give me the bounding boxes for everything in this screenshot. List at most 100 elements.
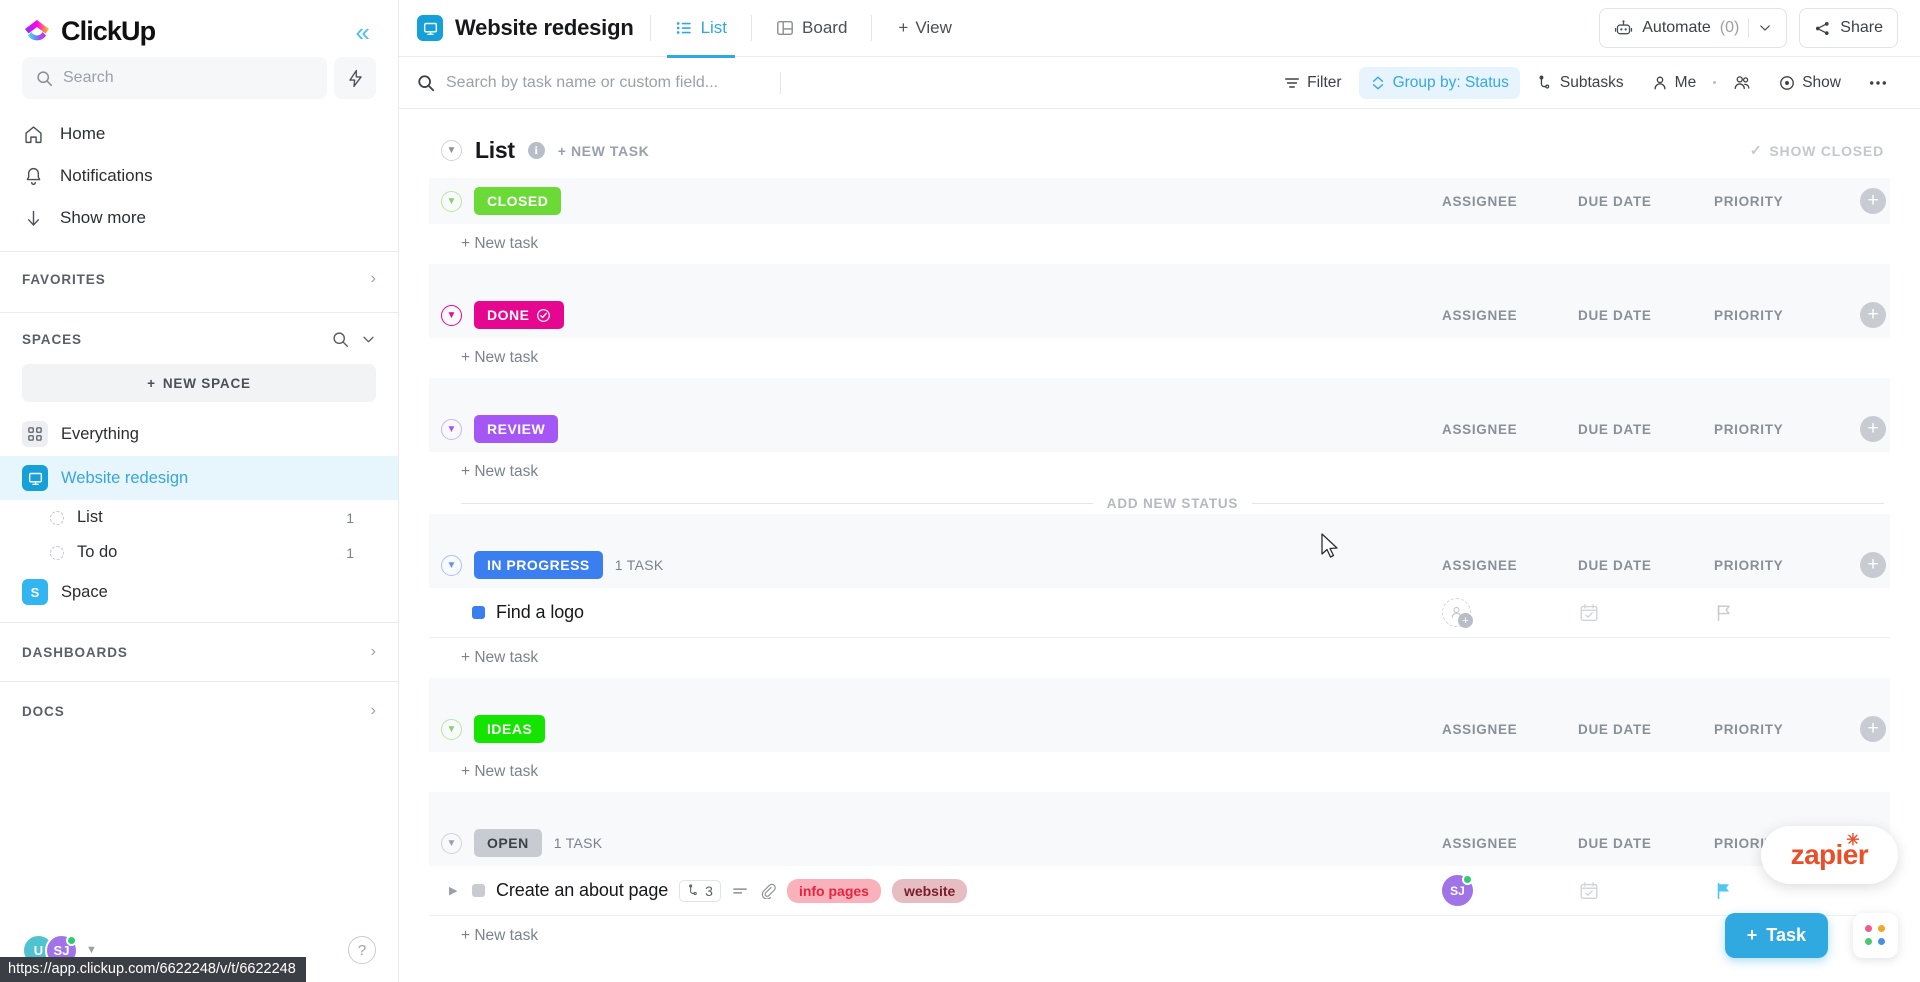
priority-cell[interactable] — [1714, 603, 1850, 623]
quick-action-button[interactable] — [334, 57, 376, 99]
sidebar-item-docs[interactable]: DOCS › — [0, 681, 398, 740]
new-task-button[interactable]: + NEW TASK — [558, 143, 650, 159]
status-badge[interactable]: REVIEW — [474, 415, 559, 443]
collapse-group-button[interactable]: ▼ — [441, 304, 462, 326]
assignee-cell[interactable]: + — [1442, 598, 1578, 628]
assignees-button[interactable] — [1722, 67, 1762, 99]
new-space-label: NEW SPACE — [162, 375, 251, 391]
collapse-group-button[interactable]: ▼ — [441, 832, 462, 854]
help-button[interactable]: ? — [348, 936, 376, 964]
sidebar-item-everything[interactable]: Everything — [0, 412, 398, 456]
info-icon[interactable]: i — [527, 142, 545, 159]
add-view-button[interactable]: + View — [888, 18, 961, 38]
status-badge[interactable]: OPEN — [474, 829, 542, 857]
filter-button[interactable]: Filter — [1273, 67, 1352, 99]
collapse-group-button[interactable]: ▼ — [441, 718, 462, 740]
task-search[interactable] — [417, 73, 776, 92]
task-tag[interactable]: info pages — [786, 878, 881, 903]
status-badge[interactable]: IN PROGRESS — [474, 551, 603, 579]
sidebar-item-notifications[interactable]: Notifications — [0, 155, 398, 197]
sidebar-item-to-do[interactable]: To do 1 — [0, 535, 398, 570]
add-new-status-button[interactable]: ADD NEW STATUS — [1107, 496, 1238, 511]
task-name[interactable]: Create an about page — [496, 880, 668, 901]
sidebar-item-home[interactable]: Home — [0, 113, 398, 155]
add-task-link[interactable]: + New task — [429, 452, 1890, 492]
collapse-group-button[interactable]: ▼ — [441, 554, 462, 576]
sidebar-item-show-more[interactable]: Show more — [0, 197, 398, 239]
tab-list[interactable]: List — [666, 0, 736, 58]
sidebar-item-dashboards[interactable]: DASHBOARDS › — [0, 622, 398, 681]
table-row[interactable]: Find a logo + — [429, 588, 1890, 638]
search-input[interactable] — [446, 73, 776, 92]
add-column-button[interactable]: + — [1860, 716, 1886, 742]
collapse-group-button[interactable]: ▼ — [441, 190, 462, 212]
show-closed-button[interactable]: ✓ SHOW CLOSED — [1750, 142, 1890, 159]
chevron-down-icon[interactable] — [361, 332, 376, 347]
clickup-logo[interactable]: ClickUp — [22, 16, 156, 47]
new-space-button[interactable]: + NEW SPACE — [22, 364, 376, 402]
task-row-left: ▶ Create an about page 3 info pages webs… — [441, 878, 968, 903]
collapse-sidebar-button[interactable]: « — [350, 17, 376, 47]
add-task-link[interactable]: + New task — [429, 338, 1890, 378]
group-by-button[interactable]: Group by: Status — [1358, 66, 1520, 99]
due-date-cell[interactable] — [1578, 602, 1714, 624]
add-column-button[interactable]: + — [1860, 302, 1886, 328]
task-status-square[interactable] — [472, 606, 485, 619]
chevron-right-icon[interactable]: › — [371, 702, 376, 720]
add-column-button[interactable]: + — [1860, 416, 1886, 442]
new-task-fab[interactable]: + Task — [1724, 913, 1828, 958]
description-icon[interactable] — [732, 884, 749, 898]
assignee-cell[interactable]: SJ — [1442, 874, 1578, 906]
add-task-link[interactable]: + New task — [429, 638, 1890, 678]
chevron-right-icon[interactable]: › — [371, 643, 376, 661]
apps-grid-button[interactable] — [1853, 913, 1898, 958]
caret-down-icon[interactable]: ▼ — [86, 944, 97, 956]
add-task-link[interactable]: + New task — [429, 916, 1890, 956]
sidebar-item-website-redesign[interactable]: Website redesign — [0, 456, 398, 500]
add-new-status-row: ADD NEW STATUS — [429, 492, 1890, 514]
subtasks-button[interactable]: Subtasks — [1526, 67, 1635, 99]
due-date-cell[interactable] — [1578, 880, 1714, 902]
paperclip-icon[interactable] — [760, 883, 776, 899]
chevron-right-icon[interactable]: › — [371, 270, 376, 288]
add-assignee-icon[interactable]: + — [1442, 598, 1473, 628]
expand-task-icon[interactable]: ▶ — [449, 884, 461, 897]
status-label: DONE — [487, 307, 530, 323]
sidebar-item-list[interactable]: List 1 — [0, 500, 398, 535]
sidebar-item-space[interactable]: S Space — [0, 570, 398, 614]
avatar[interactable]: SJ — [1442, 874, 1473, 906]
me-filter-button[interactable]: Me — [1641, 67, 1708, 99]
flag-icon[interactable] — [1714, 881, 1734, 901]
status-badge[interactable]: CLOSED — [474, 187, 562, 215]
add-task-link[interactable]: + New task — [429, 224, 1890, 264]
more-options-button[interactable] — [1858, 73, 1898, 93]
add-task-link[interactable]: + New task — [429, 752, 1890, 792]
share-button[interactable]: Share — [1799, 8, 1898, 48]
table-row[interactable]: ▶ Create an about page 3 info pages webs… — [429, 866, 1890, 916]
search-input[interactable]: Search — [22, 57, 327, 99]
collapse-list-button[interactable]: ▼ — [441, 140, 462, 161]
collapse-group-button[interactable]: ▼ — [441, 418, 462, 440]
add-column-button[interactable]: + — [1860, 552, 1886, 578]
dot-separator — [1713, 81, 1717, 84]
chevron-down-icon[interactable] — [1758, 21, 1772, 35]
subtask-count-chip[interactable]: 3 — [679, 879, 721, 902]
automate-button[interactable]: Automate (0) — [1599, 8, 1788, 48]
zapier-widget[interactable]: zapier ✳ — [1760, 826, 1898, 884]
spaces-section-header[interactable]: SPACES — [0, 313, 398, 364]
show-button[interactable]: Show — [1768, 67, 1852, 99]
status-badge[interactable]: IDEAS — [474, 715, 546, 743]
favorites-section-header[interactable]: FAVORITES › — [0, 252, 398, 304]
task-tag[interactable]: website — [891, 878, 968, 903]
calendar-icon[interactable] — [1578, 602, 1600, 624]
search-spaces-icon[interactable] — [332, 331, 349, 348]
flag-icon[interactable] — [1714, 603, 1734, 623]
status-badge[interactable]: DONE — [474, 301, 565, 329]
sidebar-item-label: Space — [61, 582, 108, 601]
asterisk-icon: ✳ — [1846, 832, 1859, 849]
add-column-button[interactable]: + — [1860, 188, 1886, 214]
tab-board[interactable]: Board — [768, 0, 855, 57]
task-name[interactable]: Find a logo — [496, 602, 584, 623]
calendar-icon[interactable] — [1578, 880, 1600, 902]
task-status-square[interactable] — [472, 884, 485, 897]
